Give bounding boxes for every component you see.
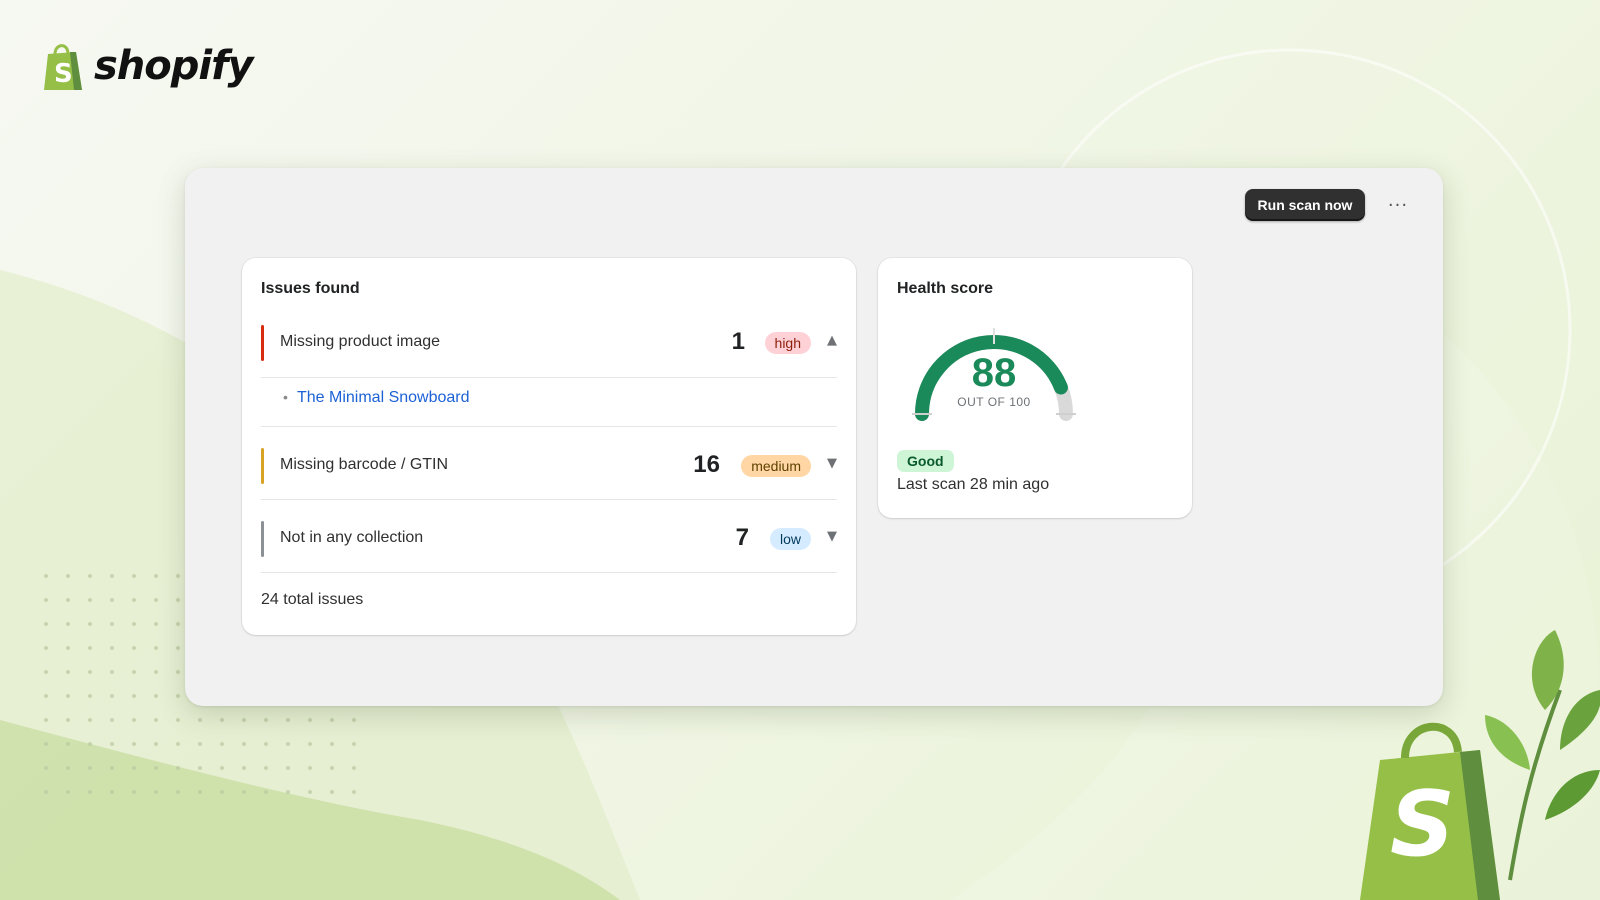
severity-bar [261, 521, 264, 557]
chevron-up-icon[interactable]: ▲ [827, 333, 837, 348]
shopify-bag-icon: S [44, 44, 82, 90]
severity-bar [261, 325, 264, 361]
svg-text:S: S [54, 59, 73, 89]
severity-badge-high: high [764, 332, 811, 354]
svg-text:S: S [1390, 772, 1455, 877]
health-score-value: 88 [972, 351, 1017, 395]
severity-bar [261, 448, 264, 484]
row-divider [261, 499, 837, 500]
row-divider [261, 377, 837, 378]
issue-row-missing-image[interactable]: Missing product image 1 high ▲ [261, 323, 837, 363]
issue-count: 1 [731, 328, 745, 355]
more-actions-button[interactable]: ··· [1381, 190, 1415, 220]
last-scan-time: Last scan 28 min ago [897, 476, 1050, 493]
issue-label: Not in any collection [280, 529, 424, 546]
health-score-card: Health score 88 OUT OF 100 Good Last sca… [878, 258, 1192, 518]
bullet-icon: • [283, 389, 288, 405]
health-card-title: Health score [897, 280, 994, 297]
issue-row-not-in-collection[interactable]: Not in any collection 7 low ▼ [261, 519, 837, 559]
health-status-badge: Good [897, 450, 954, 472]
health-check-panel: Run scan now ··· Issues found Missing pr… [185, 168, 1443, 706]
shopify-logo: S shopify [40, 40, 254, 92]
issue-label: Missing barcode / GTIN [280, 456, 449, 473]
chevron-down-icon[interactable]: ▼ [827, 456, 837, 471]
issue-label: Missing product image [280, 333, 441, 350]
severity-badge-low: low [769, 528, 811, 550]
shopify-wordmark: shopify [94, 43, 254, 89]
row-divider [261, 426, 837, 427]
run-scan-button[interactable]: Run scan now [1245, 189, 1365, 221]
product-link-minimal-snowboard[interactable]: The Minimal Snowboard [297, 389, 470, 407]
total-issues: 24 total issues [261, 591, 364, 608]
health-score-max: OUT OF 100 [957, 395, 1030, 409]
severity-badge-medium: medium [741, 455, 811, 477]
issue-count: 16 [693, 451, 720, 478]
issues-card: Issues found Missing product image 1 hig… [242, 258, 856, 635]
chevron-down-icon[interactable]: ▼ [827, 529, 837, 544]
issue-count: 7 [735, 524, 749, 551]
row-divider [261, 572, 837, 573]
issue-row-missing-barcode[interactable]: Missing barcode / GTIN 16 medium ▼ [261, 446, 837, 486]
health-gauge: 88 OUT OF 100 [912, 328, 1076, 421]
issues-card-title: Issues found [261, 280, 360, 297]
